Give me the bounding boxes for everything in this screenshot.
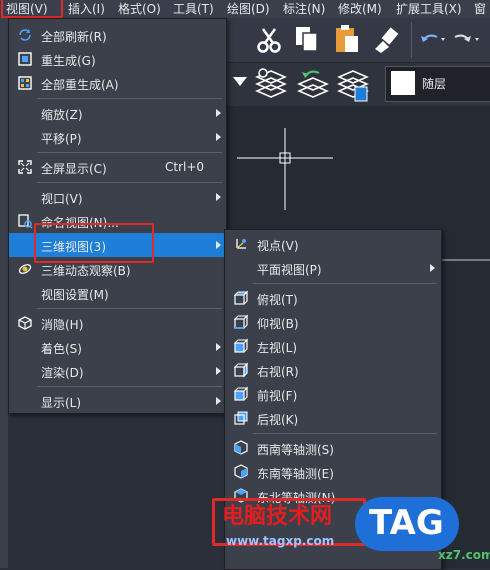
watermark-title: 电脑技术网 <box>222 504 333 529</box>
menu-modify[interactable]: 修改(M) <box>338 0 382 18</box>
menu-item-refresh-all[interactable]: 全部刷新(R) <box>9 23 226 47</box>
layer-color-swatch <box>391 71 415 95</box>
menu-separator <box>253 283 437 284</box>
left-toolbar-strip <box>0 18 8 568</box>
watermark-url: www.tagxp.com <box>226 534 335 548</box>
toolbar-separator <box>411 22 412 58</box>
menu-item-right-view[interactable]: 右视(R) <box>225 358 441 382</box>
submenu-arrow-icon <box>216 367 221 375</box>
menu-item-fullscreen[interactable]: 全屏显示(C) Ctrl+0 <box>9 155 226 179</box>
menu-separator <box>37 308 222 309</box>
watermark-site: xz7.com <box>438 548 490 562</box>
shortcut-text: Ctrl+0 <box>165 160 205 174</box>
regen-all-icon <box>18 76 32 90</box>
submenu-arrow-icon <box>216 193 221 201</box>
layer-previous-icon[interactable] <box>295 67 331 101</box>
submenu-arrow-icon <box>216 133 221 141</box>
submenu-arrow-icon <box>430 264 435 272</box>
copy-icon[interactable] <box>293 24 321 54</box>
redo-icon[interactable] <box>453 32 483 48</box>
menu-separator <box>37 152 222 153</box>
menu-item-left-view[interactable]: 左视(L) <box>225 334 441 358</box>
menu-item-se-isometric[interactable]: 东南等轴测(E) <box>225 460 441 484</box>
submenu-arrow-icon <box>216 343 221 351</box>
layer-dropdown-arrow-icon[interactable] <box>233 77 247 87</box>
viewpoint-icon <box>236 239 246 249</box>
menu-separator <box>37 98 222 99</box>
menu-extend-tools[interactable]: 扩展工具(X) <box>396 0 462 18</box>
orbit-icon <box>18 264 32 274</box>
menu-item-regen-all[interactable]: 全部重生成(A) <box>9 71 226 95</box>
refresh-icon <box>19 29 31 41</box>
layer-name: 随层 <box>422 77 447 91</box>
standard-toolbar <box>225 18 490 62</box>
menu-item-view-settings[interactable]: 视图设置(M) <box>9 281 226 305</box>
menu-item-viewpoint[interactable]: 视点(V) <box>225 232 441 256</box>
menu-separator <box>37 386 222 387</box>
top-view-icon <box>233 290 249 305</box>
menu-item-display[interactable]: 显示(L) <box>9 389 226 413</box>
layer-color-selector[interactable]: 随层 <box>385 66 490 102</box>
submenu-arrow-icon <box>216 397 221 405</box>
menu-item-viewports[interactable]: 视口(V) <box>9 185 226 209</box>
fullscreen-icon <box>18 160 32 174</box>
undo-icon[interactable] <box>419 32 449 48</box>
regen-icon <box>18 52 32 66</box>
menu-item-bottom-view[interactable]: 仰视(B) <box>225 310 441 334</box>
menu-separator <box>37 182 222 183</box>
menu-item-top-view[interactable]: 俯视(T) <box>225 286 441 310</box>
view-menu: 全部刷新(R) 重生成(G) 全部重生成(A) 缩放(Z) 平移(P) 全屏显示… <box>8 18 227 414</box>
submenu-arrow-icon <box>216 109 221 117</box>
highlight-box-3d-views <box>34 223 154 263</box>
named-view-icon <box>18 214 33 229</box>
menu-insert[interactable]: 插入(I) <box>68 0 105 18</box>
menu-item-regen[interactable]: 重生成(G) <box>9 47 226 71</box>
menu-separator <box>253 433 437 434</box>
menu-item-shade[interactable]: 着色(S) <box>9 335 226 359</box>
menu-item-hide[interactable]: 消隐(H) <box>9 311 226 335</box>
menu-item-zoom[interactable]: 缩放(Z) <box>9 101 226 125</box>
back-view-icon <box>234 411 248 425</box>
cut-icon[interactable] <box>255 26 283 54</box>
right-view-icon <box>233 362 249 378</box>
se-iso-icon <box>234 464 248 479</box>
menu-item-render[interactable]: 渲染(D) <box>9 359 226 383</box>
menu-item-pan[interactable]: 平移(P) <box>9 125 226 149</box>
menu-bar: 视图(V) 插入(I) 格式(O) 工具(T) 绘图(D) 标注(N) 修改(M… <box>0 0 490 19</box>
menu-draw[interactable]: 绘图(D) <box>227 0 270 18</box>
menu-item-sw-isometric[interactable]: 西南等轴测(S) <box>225 436 441 460</box>
tag-logo-badge: TAG <box>355 497 459 551</box>
menu-item-plan-view[interactable]: 平面视图(P) <box>225 256 441 280</box>
highlight-box-menu-view <box>1 0 63 18</box>
layer-manager-icon[interactable] <box>253 67 289 101</box>
menu-item-front-view[interactable]: 前视(F) <box>225 382 441 406</box>
sw-iso-icon <box>234 440 248 455</box>
tag-logo-text: TAG <box>369 503 444 543</box>
left-view-icon <box>233 338 249 353</box>
menu-format[interactable]: 格式(O) <box>118 0 161 18</box>
menu-dimension[interactable]: 标注(N) <box>283 0 325 18</box>
front-view-icon <box>233 386 249 401</box>
hide-icon <box>18 316 32 330</box>
submenu-arrow-icon <box>216 241 221 249</box>
menu-item-back-view[interactable]: 后视(K) <box>225 406 441 430</box>
menu-tools[interactable]: 工具(T) <box>173 0 214 18</box>
match-properties-icon[interactable] <box>371 25 401 55</box>
paste-icon[interactable] <box>333 23 361 55</box>
bottom-view-icon <box>233 314 249 329</box>
menu-window[interactable]: 窗 <box>474 0 486 18</box>
layer-states-icon[interactable] <box>335 67 371 103</box>
